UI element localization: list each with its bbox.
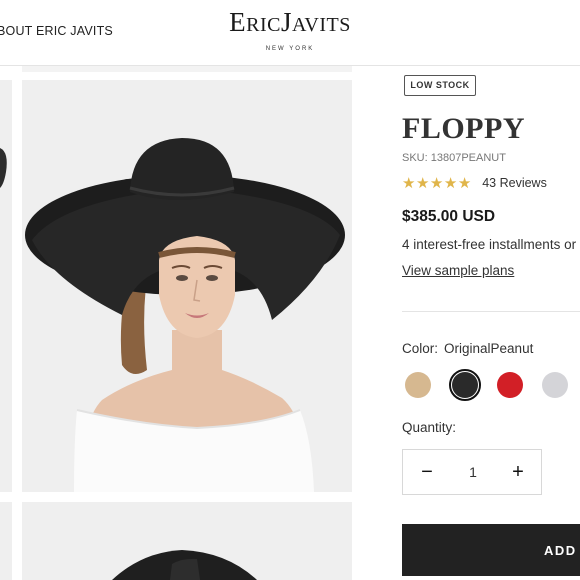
- star-icon: ★: [443, 175, 458, 192]
- add-to-cart-button[interactable]: ADD TO CART: [402, 524, 580, 576]
- brand-logo[interactable]: ERICJAVITS NEW YORK: [220, 6, 360, 52]
- quantity-label: Quantity:: [402, 420, 457, 435]
- star-icon: ★: [402, 175, 416, 192]
- hat-secondary-illustration: [22, 502, 352, 580]
- color-value: OriginalPeanut: [444, 341, 534, 356]
- color-label: Color:: [402, 341, 439, 356]
- star-rating-icons: ★★★★★: [402, 174, 472, 192]
- product-sku: SKU: 13807PEANUT: [402, 152, 506, 164]
- color-selection-label: Color: OriginalPeanut: [402, 341, 533, 356]
- swatch-silver[interactable]: [542, 372, 568, 398]
- product-title: FLOPPY: [402, 112, 525, 145]
- stock-badge: LOW STOCK: [404, 75, 476, 96]
- swatch-red[interactable]: [497, 372, 523, 398]
- logo-wordmark: ERICJAVITS: [220, 6, 360, 45]
- installments-text: 4 interest-free installments or: [402, 237, 577, 252]
- quantity-decrease-button[interactable]: −: [417, 460, 437, 484]
- product-main-image[interactable]: [22, 80, 352, 492]
- gallery-thumbnail-left-lower[interactable]: [0, 502, 12, 580]
- view-sample-plans-link[interactable]: View sample plans: [402, 263, 514, 278]
- logo-wordmark-graphic: ERICJAVITS: [229, 7, 351, 37]
- svg-text:ERICJAVITS: ERICJAVITS: [229, 7, 351, 37]
- add-to-cart-label: ADD TO CART: [544, 543, 580, 558]
- product-secondary-image[interactable]: [22, 502, 352, 580]
- star-icon: ★: [429, 175, 444, 192]
- product-info-panel: LOW STOCK FLOPPY SKU: 13807PEANUT ★★★★★ …: [402, 0, 580, 580]
- product-price: $385.00 USD: [402, 208, 496, 225]
- product-rating[interactable]: ★★★★★ 43 Reviews: [402, 174, 547, 192]
- section-divider: [402, 311, 580, 312]
- gallery-image-previous[interactable]: [22, 66, 352, 72]
- star-icon: ★: [415, 175, 430, 192]
- product-page: BOUT ERIC JAVITS ERICJAVITS NEW YORK LOW…: [0, 0, 580, 580]
- quantity-input[interactable]: [458, 462, 488, 482]
- swatch-black[interactable]: [452, 372, 478, 398]
- hat-edge-icon: [0, 148, 7, 188]
- reviews-link[interactable]: 43 Reviews: [482, 176, 547, 190]
- swatch-peanut[interactable]: [405, 372, 431, 398]
- gallery-thumbnail-left[interactable]: [0, 80, 12, 492]
- quantity-stepper: − +: [402, 449, 542, 495]
- quantity-increase-button[interactable]: +: [508, 460, 528, 484]
- model-in-hat-illustration: [22, 80, 352, 492]
- nav-link-about[interactable]: BOUT ERIC JAVITS: [0, 24, 113, 38]
- star-icon: ★: [457, 175, 472, 192]
- logo-tagline: NEW YORK: [265, 46, 315, 52]
